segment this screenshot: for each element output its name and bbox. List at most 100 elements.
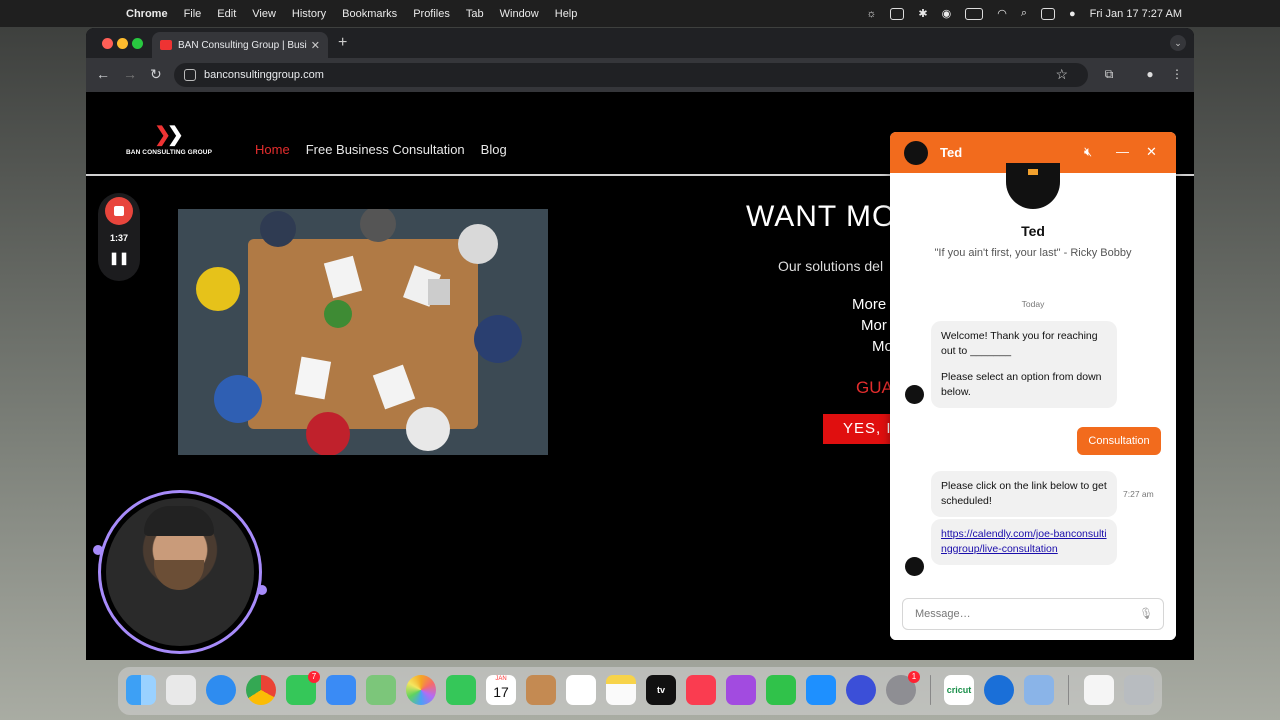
brightness-icon[interactable]: ☼ bbox=[866, 8, 876, 20]
profile-icon[interactable]: ● bbox=[1143, 67, 1157, 81]
maps-icon[interactable] bbox=[366, 675, 396, 705]
hero-subline: Our solutions del bbox=[778, 258, 884, 274]
link-app-icon[interactable] bbox=[984, 675, 1014, 705]
chat-messages[interactable]: Ted "If you ain't first, your last" - Ri… bbox=[890, 163, 1176, 595]
reminders-icon[interactable] bbox=[566, 675, 596, 705]
app-status-icon[interactable] bbox=[890, 7, 905, 20]
menu-window[interactable]: Window bbox=[500, 8, 539, 20]
mute-icon[interactable]: 🔇︎ bbox=[1084, 144, 1092, 160]
close-window-button[interactable] bbox=[102, 38, 113, 49]
close-chat-icon[interactable]: ✕ bbox=[1146, 144, 1157, 160]
music-icon[interactable] bbox=[686, 675, 716, 705]
menu-edit[interactable]: Edit bbox=[217, 8, 236, 20]
menu-bookmarks[interactable]: Bookmarks bbox=[342, 8, 397, 20]
app-store-icon[interactable] bbox=[806, 675, 836, 705]
menu-help[interactable]: Help bbox=[555, 8, 578, 20]
dock-separator bbox=[930, 675, 931, 705]
apple-tv-icon[interactable]: tv bbox=[646, 675, 676, 705]
agent-avatar bbox=[904, 141, 928, 165]
address-bar[interactable]: banconsultinggroup.com ☆ bbox=[174, 63, 1088, 87]
message-text: Please click on the link below to get sc… bbox=[941, 480, 1107, 507]
launchpad-icon[interactable] bbox=[166, 675, 196, 705]
site-info-icon[interactable] bbox=[184, 69, 196, 81]
downloads-stack-icon[interactable] bbox=[1084, 675, 1114, 705]
bookmark-star-icon[interactable]: ☆ bbox=[1055, 66, 1068, 83]
tab-search-icon[interactable]: ⌄ bbox=[1170, 35, 1186, 51]
perplexity-icon[interactable] bbox=[846, 675, 876, 705]
wifi-icon[interactable]: ◠ bbox=[997, 7, 1007, 20]
safari-icon[interactable] bbox=[206, 675, 236, 705]
trash-icon[interactable] bbox=[1124, 675, 1154, 705]
hero-line-1: More bbox=[852, 296, 887, 313]
menu-history[interactable]: History bbox=[292, 8, 326, 20]
minimize-chat-icon[interactable]: — bbox=[1116, 144, 1129, 159]
nav-home[interactable]: Home bbox=[255, 142, 290, 157]
stop-recording-button[interactable] bbox=[105, 197, 133, 225]
calendly-link[interactable]: https://calendly.com/joe-banconsultinggr… bbox=[941, 528, 1107, 555]
play-icon[interactable]: ◉ bbox=[942, 7, 952, 20]
preview-icon[interactable] bbox=[1024, 675, 1054, 705]
agent-tagline: "If you ain't first, your last" - Ricky … bbox=[934, 247, 1132, 259]
webcam-drag-handle[interactable] bbox=[257, 585, 267, 595]
pause-icon[interactable]: ❚❚ bbox=[98, 251, 140, 265]
zoom-window-button[interactable] bbox=[132, 38, 143, 49]
extensions-icon[interactable]: ⧉ bbox=[1102, 67, 1116, 81]
nav-blog[interactable]: Blog bbox=[481, 142, 507, 157]
menu-view[interactable]: View bbox=[252, 8, 276, 20]
nav-free-consultation[interactable]: Free Business Consultation bbox=[306, 142, 465, 157]
mail-icon[interactable] bbox=[326, 675, 356, 705]
message-input[interactable]: Message… 🎙︎ bbox=[902, 598, 1164, 630]
date-separator: Today bbox=[1021, 299, 1045, 309]
facetime-icon[interactable] bbox=[446, 675, 476, 705]
numbers-icon[interactable] bbox=[766, 675, 796, 705]
webcam-beard-shape bbox=[154, 560, 204, 590]
status-menu-items: ☼ ✱ ◉ ◠ ⌕ ● Fri Jan 17 7:27 AM bbox=[866, 0, 1182, 27]
new-tab-button[interactable]: + bbox=[338, 34, 347, 52]
contacts-icon[interactable] bbox=[526, 675, 556, 705]
finder-icon[interactable] bbox=[126, 675, 156, 705]
webcam-resize-handle[interactable] bbox=[93, 545, 103, 555]
message-timestamp: 7:27 am bbox=[1123, 489, 1154, 499]
site-nav: Home Free Business Consultation Blog bbox=[255, 142, 507, 157]
notes-icon[interactable] bbox=[606, 675, 636, 705]
chrome-icon[interactable] bbox=[246, 675, 276, 705]
menu-app-name[interactable]: Chrome bbox=[126, 8, 168, 20]
back-icon[interactable]: ← bbox=[96, 66, 110, 82]
webcam-feed bbox=[106, 498, 254, 646]
forward-icon[interactable]: → bbox=[123, 66, 137, 82]
user-message: Consultation bbox=[1077, 427, 1161, 455]
agent-message-link: https://calendly.com/joe-banconsultinggr… bbox=[931, 519, 1117, 565]
siri-icon[interactable]: ● bbox=[1069, 8, 1076, 20]
menu-file[interactable]: File bbox=[184, 8, 202, 20]
logo-chevrons-icon: ❯❯ bbox=[154, 124, 183, 146]
browser-tab[interactable]: BAN Consulting Group | Busi ✕ bbox=[152, 32, 328, 58]
site-logo[interactable]: ❯❯ BAN CONSULTING GROUP bbox=[126, 122, 212, 156]
minimize-window-button[interactable] bbox=[117, 38, 128, 49]
cricut-icon[interactable]: cricut bbox=[944, 675, 974, 705]
messages-icon[interactable]: 7 bbox=[286, 671, 320, 705]
bluetooth-icon[interactable]: ✱ bbox=[918, 7, 927, 20]
browser-toolbar: ← → ↻ banconsultinggroup.com ☆ ⧉ ● ⋮ bbox=[86, 58, 1194, 92]
podcasts-icon[interactable] bbox=[726, 675, 756, 705]
more-menu-icon[interactable]: ⋮ bbox=[1170, 67, 1184, 81]
close-tab-icon[interactable]: ✕ bbox=[311, 39, 320, 52]
agent-message-schedule: Please click on the link below to get sc… bbox=[931, 471, 1117, 517]
tab-title: BAN Consulting Group | Busi bbox=[178, 39, 307, 51]
agent-message-welcome: Welcome! Thank you for reaching out to _… bbox=[931, 321, 1117, 408]
calendar-icon[interactable]: JAN 17 bbox=[486, 675, 516, 705]
menu-tab[interactable]: Tab bbox=[466, 8, 484, 20]
spotlight-search-icon[interactable]: ⌕ bbox=[1021, 7, 1027, 20]
system-settings-icon[interactable]: 1 bbox=[886, 671, 920, 705]
control-center-icon[interactable] bbox=[1041, 7, 1056, 20]
tab-strip: BAN Consulting Group | Busi ✕ + ⌄ bbox=[86, 28, 1194, 58]
menu-clock[interactable]: Fri Jan 17 7:27 AM bbox=[1090, 8, 1182, 20]
settings-badge: 1 bbox=[908, 671, 920, 683]
calendar-month: JAN bbox=[495, 676, 507, 682]
photos-icon[interactable] bbox=[406, 675, 436, 705]
battery-icon[interactable] bbox=[965, 7, 984, 20]
webcam-bubble[interactable] bbox=[93, 490, 267, 654]
microphone-icon[interactable]: 🎙︎ bbox=[1139, 599, 1153, 629]
reload-icon[interactable]: ↻ bbox=[150, 66, 162, 83]
hero-guarantee: GUA bbox=[856, 378, 893, 397]
menu-profiles[interactable]: Profiles bbox=[413, 8, 450, 20]
